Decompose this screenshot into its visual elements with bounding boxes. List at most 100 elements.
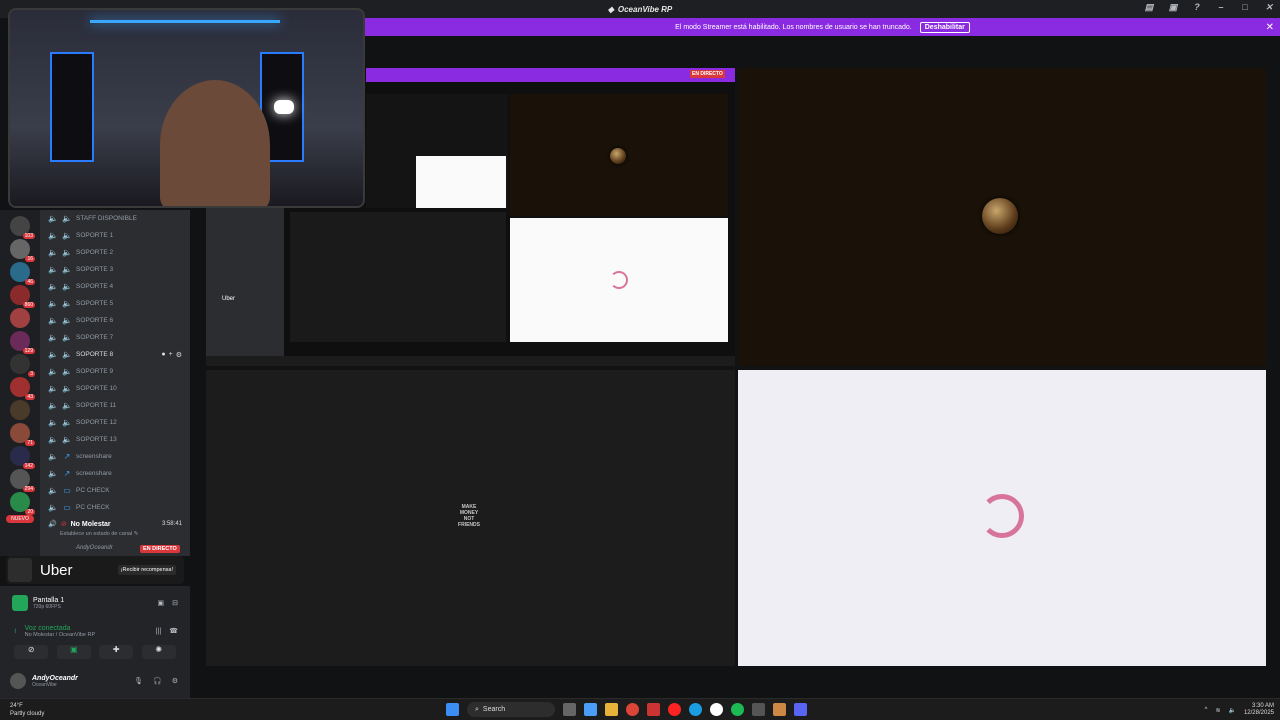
stop-share-icon[interactable]: ⊟ bbox=[172, 599, 178, 607]
stream-tile-avatar[interactable] bbox=[738, 68, 1266, 366]
channel-item[interactable]: 🔈 🔈 SOPORTE 3 bbox=[40, 261, 190, 278]
channel-item[interactable]: 🔈 🔈 STAFF DISPONIBLE bbox=[40, 210, 190, 227]
server-icon[interactable] bbox=[10, 400, 30, 420]
sponsored-banner[interactable]: Uber ¡Recibir recompensa! bbox=[6, 556, 184, 584]
invite-icon[interactable]: + bbox=[169, 351, 173, 359]
clock-date[interactable]: 12/28/2025 bbox=[1244, 710, 1274, 717]
server-icon[interactable]: 294 bbox=[10, 469, 35, 492]
help-icon[interactable]: ? bbox=[1190, 2, 1204, 13]
channel-item[interactable]: 🔈 🔈 SOPORTE 7 bbox=[40, 329, 190, 346]
claim-reward-button[interactable]: ¡Recibir recompensa! bbox=[117, 565, 176, 575]
spotify-icon[interactable] bbox=[731, 703, 744, 716]
file-explorer-icon[interactable] bbox=[605, 703, 618, 716]
server-icon[interactable]: 129 bbox=[10, 331, 35, 354]
maximize-button[interactable]: □ bbox=[1238, 2, 1252, 13]
discord-icon[interactable] bbox=[794, 703, 807, 716]
connection-location[interactable]: No Molestar / OceanVibe RP bbox=[25, 632, 96, 638]
camera-off-icon[interactable]: ⊘ bbox=[14, 645, 49, 659]
speaker-icon: 🔈 bbox=[48, 452, 58, 461]
server-icon[interactable]: 71 bbox=[10, 423, 35, 446]
server-icon[interactable]: 20 bbox=[10, 492, 35, 515]
voice-user[interactable]: AndyOceandr bbox=[76, 545, 113, 551]
channel-item[interactable]: 🔈 🔈 SOPORTE 4 bbox=[40, 278, 190, 295]
channel-item[interactable]: 🔈 🔈 SOPORTE 10 bbox=[40, 380, 190, 397]
microphone-icon[interactable]: 🎙 bbox=[134, 677, 143, 685]
channel-item[interactable]: 🔈 🔈 SOPORTE 12 bbox=[40, 414, 190, 431]
user-name[interactable]: AndyOceandr bbox=[32, 675, 78, 682]
uber-logo: Uber bbox=[40, 561, 73, 579]
disconnect-icon[interactable]: ☎ bbox=[169, 627, 178, 635]
channel-item[interactable]: 🔈 🔈 SOPORTE 11 bbox=[40, 397, 190, 414]
screenshare-icon: ↗ bbox=[63, 469, 71, 478]
channel-item[interactable]: 🔈 ↗ screenshare bbox=[40, 448, 190, 465]
close-button[interactable]: ✕ bbox=[1262, 2, 1276, 13]
channel-item[interactable]: 🔈 🔈 SOPORTE 13 bbox=[40, 431, 190, 448]
opera-icon[interactable] bbox=[668, 703, 681, 716]
channel-item[interactable]: 🔈 🔈 SOPORTE 2 bbox=[40, 244, 190, 261]
nested-live-badge: EN DIRECTO bbox=[690, 70, 725, 78]
edge-icon[interactable] bbox=[689, 703, 702, 716]
edit-icon[interactable]: ✎ bbox=[134, 531, 139, 537]
server-icon[interactable]: 103 bbox=[10, 216, 35, 239]
server-icon[interactable] bbox=[10, 308, 30, 328]
screen-icon[interactable]: ▣ bbox=[1166, 2, 1180, 13]
server-icon[interactable]: 860 bbox=[10, 285, 35, 308]
screen-share-button[interactable]: ▣ bbox=[56, 645, 91, 659]
nested-tile-gray bbox=[290, 212, 506, 342]
start-icon[interactable] bbox=[446, 703, 459, 716]
user-settings-icon[interactable]: ⚙ bbox=[172, 677, 178, 685]
uber-image bbox=[8, 558, 32, 582]
channel-item-hovered[interactable]: 🔈 🔈 SOPORTE 8 ● + ⚙ bbox=[40, 346, 190, 363]
speaker-icon: 🔈 bbox=[48, 486, 58, 495]
noise-suppression-icon[interactable]: ||| bbox=[156, 628, 161, 635]
headphones-icon[interactable]: 🎧 bbox=[153, 677, 162, 685]
task-view-icon[interactable] bbox=[563, 703, 576, 716]
screenshare-icon: ↗ bbox=[63, 452, 71, 461]
user-avatar[interactable] bbox=[10, 673, 26, 689]
stream-tile-logo[interactable] bbox=[738, 370, 1266, 666]
channel-item[interactable]: 🔈 ▭ PC CHECK bbox=[40, 482, 190, 499]
server-avatar bbox=[982, 198, 1018, 234]
activities-icon[interactable]: ✚ bbox=[99, 645, 134, 659]
channel-item[interactable]: 🔈 🔈 SOPORTE 1 bbox=[40, 227, 190, 244]
settings-icon[interactable]: ⚙ bbox=[176, 351, 182, 359]
chrome-icon[interactable] bbox=[626, 703, 639, 716]
volume-icon[interactable]: 🔈 bbox=[1228, 707, 1235, 714]
speaker-icon: 🔈 bbox=[62, 316, 72, 325]
app-icon[interactable] bbox=[752, 703, 765, 716]
speaker-icon: 🔈 bbox=[48, 282, 58, 291]
channel-item[interactable]: 🔈 ↗ screenshare bbox=[40, 465, 190, 482]
banner-close-icon[interactable]: ✕ bbox=[1266, 22, 1274, 33]
nested-sidebar bbox=[206, 206, 284, 356]
channel-item[interactable]: 🔈 🔈 SOPORTE 6 bbox=[40, 312, 190, 329]
channel-item[interactable]: 🔈 🔈 SOPORTE 9 bbox=[40, 363, 190, 380]
speaker-icon: 🔈 bbox=[62, 418, 72, 427]
channel-status-prompt[interactable]: Establece un estado de canal bbox=[60, 531, 132, 537]
voice-panel: Pantalla 1 720p 60FPS ▣ ⊟ ≀ Voz conectad… bbox=[0, 586, 190, 698]
server-icon[interactable]: 46 bbox=[10, 262, 35, 285]
minimize-button[interactable]: – bbox=[1214, 2, 1228, 13]
app-icon[interactable] bbox=[773, 703, 786, 716]
app-icon[interactable] bbox=[710, 703, 723, 716]
soundboard-icon[interactable]: ✺ bbox=[141, 645, 176, 659]
server-icon[interactable]: 3 bbox=[10, 354, 35, 377]
taskbar-search[interactable]: ⌕ Search bbox=[467, 702, 555, 717]
weather-widget[interactable]: 24°F Partly cloudy bbox=[10, 702, 44, 718]
widgets-icon[interactable] bbox=[584, 703, 597, 716]
server-icon[interactable]: 16 bbox=[10, 239, 35, 262]
chevron-up-icon[interactable]: ^ bbox=[1205, 707, 1208, 713]
disable-streamer-button[interactable]: Deshabilitar bbox=[919, 21, 970, 33]
connection-status[interactable]: Voz conectada bbox=[25, 625, 96, 632]
clock-time[interactable]: 3:30 AM bbox=[1244, 703, 1274, 710]
stream-tile-user[interactable]: MAKE MONEY NOT FRIENDS bbox=[206, 370, 735, 666]
speaker-icon: 🔈 bbox=[62, 248, 72, 257]
app-icon[interactable] bbox=[647, 703, 660, 716]
network-icon[interactable]: ≋ bbox=[1215, 707, 1220, 714]
popout-icon[interactable]: ▣ bbox=[158, 599, 165, 607]
server-icon[interactable]: 43 bbox=[10, 377, 35, 400]
channel-item[interactable]: 🔈 ▭ PC CHECK bbox=[40, 499, 190, 516]
server-icon[interactable]: 142 bbox=[10, 446, 35, 469]
channel-item[interactable]: 🔈 🔈 SOPORTE 5 bbox=[40, 295, 190, 312]
chat-icon[interactable]: ● bbox=[161, 351, 165, 359]
inbox-icon[interactable]: ▤ bbox=[1142, 2, 1156, 13]
